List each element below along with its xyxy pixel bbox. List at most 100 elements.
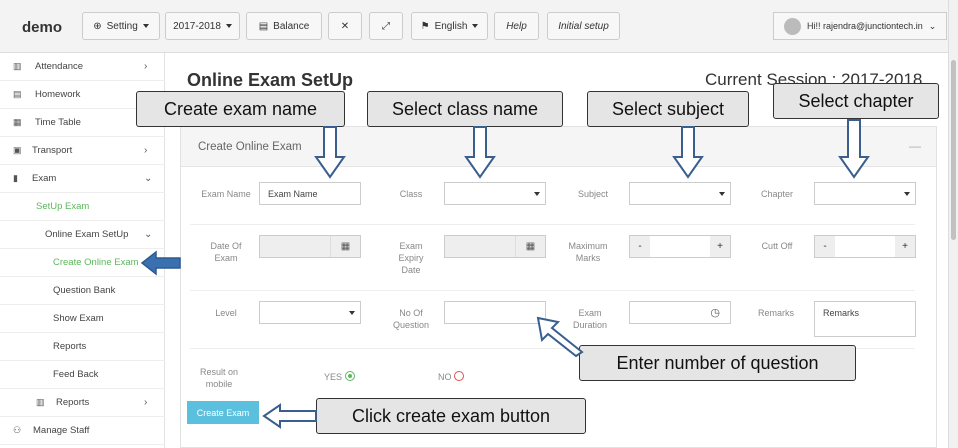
brand-logo: demo — [22, 19, 63, 36]
minus-button[interactable]: - — [630, 236, 650, 257]
sidebar-item-question-bank[interactable]: Question Bank — [0, 277, 165, 305]
chevron-right-icon: › — [144, 397, 148, 408]
exam-expiry-input[interactable]: ▦ — [444, 235, 546, 258]
sidebar-item-label: Show Exam — [53, 313, 104, 324]
sidebar-item-attendance[interactable]: ▥ Attendance › — [0, 53, 165, 81]
remarks-textarea[interactable]: Remarks — [814, 301, 916, 337]
caret-down-icon — [904, 192, 910, 196]
session-dropdown-label: 2017-2018 — [173, 20, 221, 32]
callout-no-of-question: Enter number of question — [579, 345, 856, 381]
database-icon: ▤ — [258, 20, 269, 32]
scrollbar-thumb[interactable] — [951, 60, 956, 240]
caret-down-icon — [534, 192, 540, 196]
language-label: English — [434, 20, 468, 32]
collapse-icon[interactable]: — — [909, 139, 921, 153]
compress-icon: ✕ — [340, 20, 350, 32]
date-of-exam-label: Date Of Exam — [210, 241, 242, 263]
sidebar-item-label: Exam — [32, 173, 57, 184]
page-title: Online Exam SetUp — [187, 70, 354, 90]
row-divider — [190, 290, 915, 291]
user-menu[interactable]: Hi!! rajendra@junctiontech.in ⌄ — [773, 12, 947, 40]
initial-setup-button[interactable]: Initial setup — [547, 12, 620, 40]
sidebar-item-manage-staff[interactable]: ⚇ Manage Staff — [0, 417, 165, 445]
class-select[interactable] — [444, 182, 546, 205]
arrow-left-icon — [262, 403, 317, 429]
fullscreen-button[interactable]: ⤢ — [369, 12, 403, 40]
callout-exam-name: Create exam name — [136, 91, 345, 127]
level-select[interactable] — [259, 301, 361, 324]
create-exam-button[interactable]: Create Exam — [187, 401, 259, 424]
sidebar-item-label: Reports — [53, 341, 87, 352]
arrow-down-icon — [464, 126, 496, 179]
book-icon: ▤ — [13, 89, 22, 99]
chapter-label: Chapter — [760, 189, 794, 199]
sidebar-item-label: Manage Staff — [33, 425, 90, 436]
panel-header: Create Online Exam — — [181, 127, 936, 167]
sidebar-item-label: Create Online Exam — [53, 257, 139, 268]
calendar-icon[interactable]: ▦ — [330, 236, 360, 257]
level-label: Level — [215, 308, 237, 318]
sidebar-item-label: Transport — [32, 145, 73, 156]
chevron-down-icon: ⌄ — [144, 229, 153, 240]
compress-button[interactable]: ✕ — [328, 12, 362, 40]
chapter-select[interactable] — [814, 182, 916, 205]
callout-class-name: Select class name — [367, 91, 563, 127]
chevron-down-icon: ⌄ — [144, 173, 153, 184]
sidebar-item-online-exam-setup[interactable]: Online Exam SetUp ⌄ — [0, 221, 165, 249]
sidebar-item-exam[interactable]: ▮ Exam ⌄ — [0, 165, 165, 193]
sidebar-item-label: Question Bank — [53, 285, 116, 296]
arrow-up-left-icon — [536, 316, 584, 358]
plus-button[interactable]: + — [710, 236, 730, 257]
caret-down-icon — [472, 24, 479, 28]
arrow-down-icon — [314, 126, 346, 179]
sidebar-item-show-exam[interactable]: Show Exam — [0, 305, 165, 333]
minus-button[interactable]: - — [815, 236, 835, 257]
sidebar-item-label: Reports — [56, 397, 90, 408]
exam-name-input[interactable]: Exam Name — [259, 182, 361, 205]
setting-label: Setting — [106, 20, 138, 32]
user-email: Hi!! rajendra@junctiontech.in — [807, 21, 923, 31]
yes-radio[interactable] — [345, 371, 355, 381]
sidebar-item-setup-exam[interactable]: SetUp Exam — [0, 193, 165, 221]
cutoff-stepper[interactable]: - + — [814, 235, 916, 258]
clock-icon: ◷ — [710, 307, 720, 319]
caret-down-icon — [719, 192, 725, 196]
avatar — [784, 17, 801, 35]
sidebar-item-label: Time Table — [35, 117, 81, 128]
setting-button[interactable]: ⊕ Setting — [82, 12, 160, 40]
exam-name-label: Exam Name — [201, 189, 251, 199]
sidebar-item-label: Feed Back — [53, 369, 99, 380]
cutoff-label: Cutt Off — [761, 241, 793, 251]
sidebar-item-exam-reports[interactable]: Reports — [0, 333, 165, 361]
balance-button[interactable]: ▤ Balance — [246, 12, 322, 40]
no-of-question-input[interactable] — [444, 301, 546, 324]
date-of-exam-input[interactable]: ▦ — [259, 235, 361, 258]
session-dropdown[interactable]: 2017-2018 — [165, 12, 240, 40]
bar-chart-icon: ▥ — [36, 397, 45, 407]
exam-expiry-label: Exam Expiry Date — [398, 241, 424, 275]
exam-duration-input[interactable]: ◷ — [629, 301, 731, 324]
bus-icon: ▣ — [13, 145, 22, 155]
sidebar-item-label: Attendance — [35, 61, 84, 72]
help-button[interactable]: Help — [494, 12, 539, 40]
calendar-icon: ▦ — [13, 117, 22, 127]
maximum-marks-stepper[interactable]: - + — [629, 235, 731, 258]
sidebar-item-feedback[interactable]: Feed Back — [0, 361, 165, 389]
expand-icon: ⤢ — [382, 20, 390, 32]
yes-label: YES — [324, 372, 343, 382]
maximum-marks-label: Maximum Marks — [568, 241, 608, 263]
callout-create-button: Click create exam button — [316, 398, 586, 434]
plus-button[interactable]: + — [895, 236, 915, 257]
language-dropdown[interactable]: ⚑ English — [411, 12, 488, 40]
callout-chapter: Select chapter — [773, 83, 939, 119]
subject-select[interactable] — [629, 182, 731, 205]
no-of-question-label: No Of Question — [392, 308, 430, 330]
remarks-label: Remarks — [757, 308, 794, 318]
chevron-right-icon: › — [144, 145, 148, 156]
users-icon: ⚇ — [13, 425, 22, 435]
no-radio[interactable] — [454, 371, 464, 381]
top-navbar: demo ⊕ Setting 2017-2018 ▤ Balance ✕ ⤢ ⚑… — [0, 0, 958, 53]
sidebar-item-reports[interactable]: ▥ Reports › — [0, 389, 165, 417]
calendar-icon[interactable]: ▦ — [515, 236, 545, 257]
sidebar-item-transport[interactable]: ▣ Transport › — [0, 137, 165, 165]
